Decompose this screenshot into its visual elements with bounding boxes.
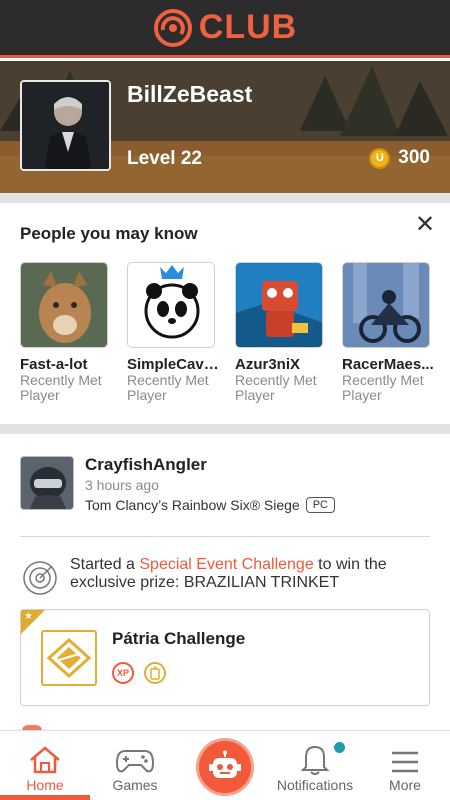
club-logo[interactable]: CLUB xyxy=(153,8,297,48)
people-you-may-know: People you may know ✕ Fast-a-lot Recentl… xyxy=(0,204,450,424)
trinket-reward-icon xyxy=(144,662,166,684)
activity-text: Started a Special Event Challenge to win… xyxy=(70,556,430,592)
challenge-card[interactable]: ★ Pátria Challenge XP xyxy=(20,609,430,706)
challenge-title: Pátria Challenge xyxy=(112,629,246,648)
active-tab-indicator xyxy=(0,795,90,800)
person-card[interactable]: SimpleCavi... Recently Met Player xyxy=(127,262,219,403)
section-separator xyxy=(0,424,450,434)
diamond-flag-icon xyxy=(47,637,91,679)
person-subtitle: Recently Met Player xyxy=(20,372,102,403)
profile-username: BillZeBeast xyxy=(127,81,253,107)
post-timestamp: 3 hours ago xyxy=(85,477,159,493)
special-event-link[interactable]: Special Event Challenge xyxy=(139,556,313,573)
nav-notifications[interactable]: Notifications xyxy=(270,731,360,800)
coin-balance[interactable]: U 300 xyxy=(369,147,430,169)
home-icon xyxy=(30,746,60,774)
nav-home-label: Home xyxy=(26,777,64,793)
post-author-avatar[interactable] xyxy=(20,456,74,510)
person-name: RacerMaes... xyxy=(342,356,434,373)
person-subtitle: Recently Met Player xyxy=(127,372,209,403)
nav-games[interactable]: Games xyxy=(90,731,180,800)
activity-feed: CrayfishAngler 3 hours ago Tom Clancy’s … xyxy=(0,434,450,730)
gamepad-icon xyxy=(115,750,155,773)
platform-badge: PC xyxy=(305,497,335,513)
person-subtitle: Recently Met Player xyxy=(342,372,424,403)
person-name: SimpleCavi... xyxy=(127,356,219,373)
challenge-emblem xyxy=(41,630,97,686)
coin-count: 300 xyxy=(398,147,430,168)
xp-reward-icon: XP xyxy=(112,662,134,684)
post-author-name[interactable]: CrayfishAngler xyxy=(85,455,207,475)
menu-icon xyxy=(392,751,418,773)
person-card[interactable]: Azur3niX Recently Met Player xyxy=(235,262,323,403)
post-divider xyxy=(20,536,430,537)
star-icon: ★ xyxy=(24,611,33,622)
person-card[interactable]: RacerMaes... Recently Met Player xyxy=(342,262,434,403)
notification-dot xyxy=(334,742,345,753)
coin-icon: U xyxy=(369,147,391,169)
close-icon[interactable]: ✕ xyxy=(412,212,438,238)
post-game-title: Tom Clancy’s Rainbow Six® Siege xyxy=(85,497,300,513)
bell-icon xyxy=(300,745,330,775)
people-title: People you may know xyxy=(20,224,198,243)
nav-more[interactable]: More xyxy=(360,731,450,800)
nav-games-label: Games xyxy=(112,777,158,793)
person-subtitle: Recently Met Player xyxy=(235,372,317,403)
nav-more-label: More xyxy=(389,777,421,793)
swirl-icon xyxy=(153,8,192,47)
person-name: Fast-a-lot xyxy=(20,356,88,373)
section-separator xyxy=(0,193,450,203)
person-name: Azur3niX xyxy=(235,356,301,373)
person-avatar xyxy=(127,262,215,348)
app-root: CLUB BillZeBeast Level 22 U 300 People y… xyxy=(0,0,450,800)
avatar-image xyxy=(22,82,109,169)
activity-prefix: Started a xyxy=(70,556,140,573)
robot-assistant-button[interactable] xyxy=(196,738,254,796)
nav-home[interactable]: Home xyxy=(0,731,90,800)
person-avatar xyxy=(342,262,430,348)
post-game[interactable]: Tom Clancy’s Rainbow Six® Siege PC xyxy=(85,497,335,513)
profile-level: Level 22 xyxy=(127,148,202,169)
robot-icon xyxy=(209,750,241,778)
person-avatar xyxy=(20,262,108,348)
profile-avatar[interactable] xyxy=(20,80,111,171)
target-icon xyxy=(23,561,57,595)
nav-notifications-label: Notifications xyxy=(276,777,354,793)
person-avatar xyxy=(235,262,323,348)
logo-text: CLUB xyxy=(198,8,298,46)
top-bar: CLUB xyxy=(0,0,450,58)
person-card[interactable]: Fast-a-lot Recently Met Player xyxy=(20,262,108,403)
profile-banner[interactable]: BillZeBeast Level 22 U 300 xyxy=(0,61,450,193)
